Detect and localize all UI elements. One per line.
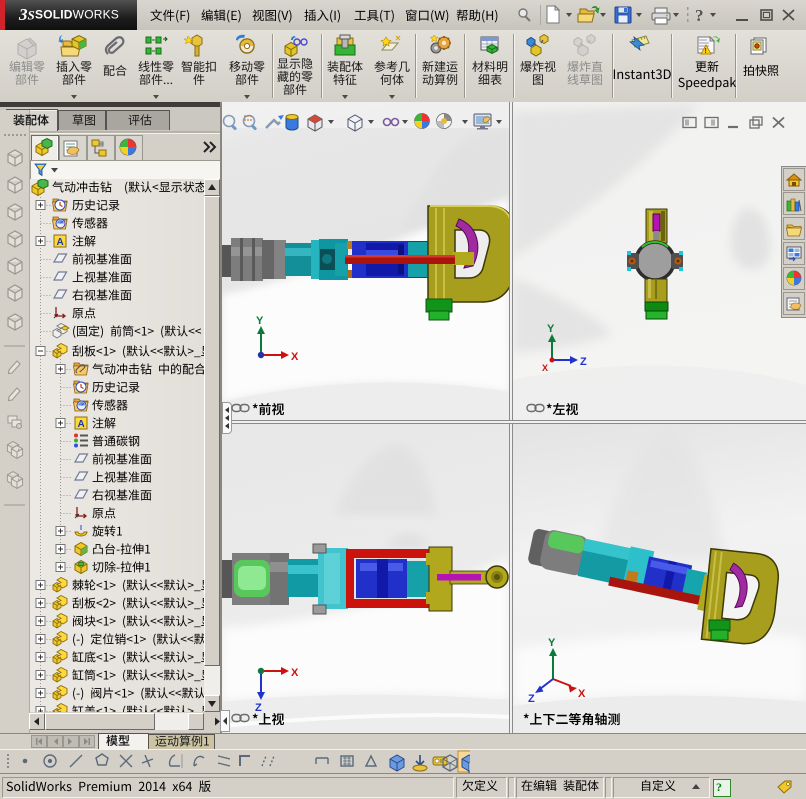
svg-text:Y: Y	[548, 637, 556, 649]
svg-text:?: ?	[695, 6, 704, 25]
svg-text:Y: Y	[547, 323, 555, 335]
svg-text:Y: Y	[256, 315, 264, 327]
svg-text:!: !	[705, 48, 707, 55]
svg-text:X: X	[291, 351, 299, 363]
svg-text:Z: Z	[580, 356, 587, 368]
svg-text:X: X	[578, 688, 586, 700]
svg-text:SOLIDWORKS: SOLIDWORKS	[35, 8, 119, 22]
svg-text:X: X	[542, 363, 548, 373]
svg-text:Z: Z	[528, 693, 535, 705]
svg-text:3S: 3S	[18, 5, 35, 24]
svg-text:X: X	[291, 667, 299, 679]
svg-text:Z: Z	[255, 702, 262, 714]
